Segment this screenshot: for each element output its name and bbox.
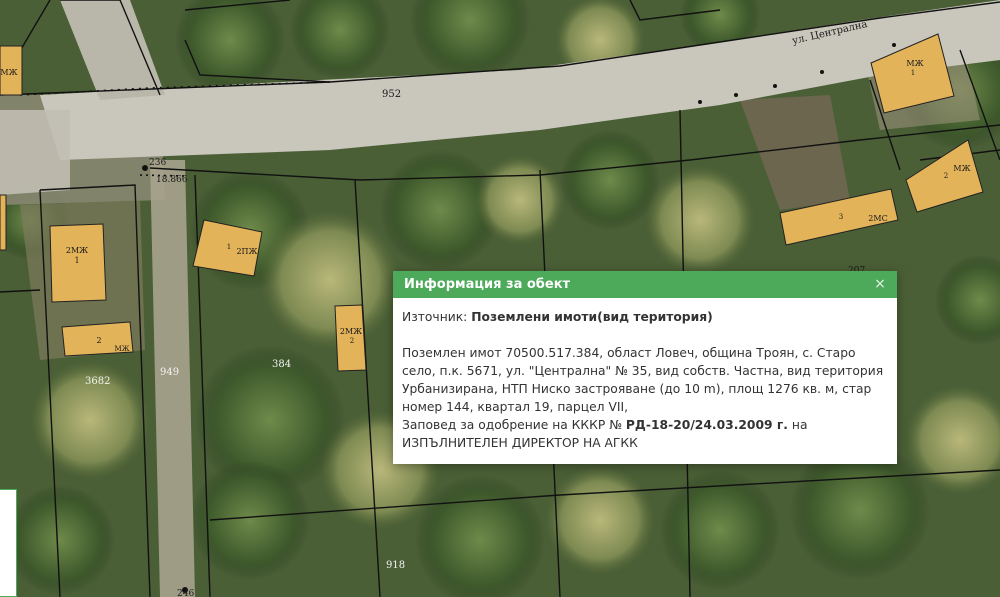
parcel-number-label: 952 xyxy=(382,89,401,100)
building-number-label: 3 xyxy=(839,213,843,221)
building-number-label: 2 xyxy=(944,172,948,180)
parcel-number-label: 384 xyxy=(272,359,291,370)
approval-order: Заповед за одобрение на КККР № РД-18-20/… xyxy=(402,416,888,452)
parcel-number-label: 918 xyxy=(386,560,405,571)
popup-header: Информация за обект × xyxy=(393,271,897,298)
object-info-popup: Информация за обект × Източник: Поземлен… xyxy=(393,271,897,464)
building-number-label: 1 xyxy=(911,69,915,77)
point-label: 18.866 xyxy=(156,175,188,185)
source-label: Източник: xyxy=(402,310,468,324)
building-number-label: 2 xyxy=(96,336,101,345)
building[interactable]: 2МЖ 2 xyxy=(334,304,367,372)
building-type-label: 2ПЖ xyxy=(236,247,257,256)
building[interactable]: 2 МЖ xyxy=(61,321,134,357)
building[interactable]: МЖ xyxy=(0,45,23,96)
building-number-label: 1 xyxy=(227,243,231,251)
building-edge xyxy=(0,194,7,251)
close-icon[interactable]: × xyxy=(872,271,888,298)
building-type-label: МЖ xyxy=(0,68,17,77)
source-line: Източник: Поземлени имоти(вид територия) xyxy=(402,308,888,326)
property-description: Поземлен имот 70500.517.384, област Лове… xyxy=(402,346,884,414)
parcel-number-label: 949 xyxy=(160,367,179,378)
point-label: 236 xyxy=(149,158,166,168)
building[interactable]: 2МЖ 1 xyxy=(49,223,107,303)
building-type-label: МЖ xyxy=(953,164,970,173)
order-number: РД-18-20/24.03.2009 г. xyxy=(625,418,788,432)
popup-title: Информация за обект xyxy=(404,277,571,292)
building-type-label: МЖ xyxy=(114,345,129,353)
building-type-label: МЖ xyxy=(906,59,923,68)
point-label: 246 xyxy=(177,589,194,597)
building-type-label: 2МЖ xyxy=(66,246,88,255)
popup-body: Източник: Поземлени имоти(вид територия)… xyxy=(393,298,897,452)
building-type-label: 2МС xyxy=(868,214,887,223)
building-number-label: 2 xyxy=(350,337,354,345)
building-type-label: 2МЖ xyxy=(340,327,362,336)
side-panel-toggle[interactable] xyxy=(0,489,17,597)
parcel-number-label: 3682 xyxy=(85,376,110,387)
order-prefix: Заповед за одобрение на КККР № xyxy=(402,418,622,432)
source-value: Поземлени имоти(вид територия) xyxy=(471,310,713,324)
building-number-label: 1 xyxy=(74,256,79,265)
